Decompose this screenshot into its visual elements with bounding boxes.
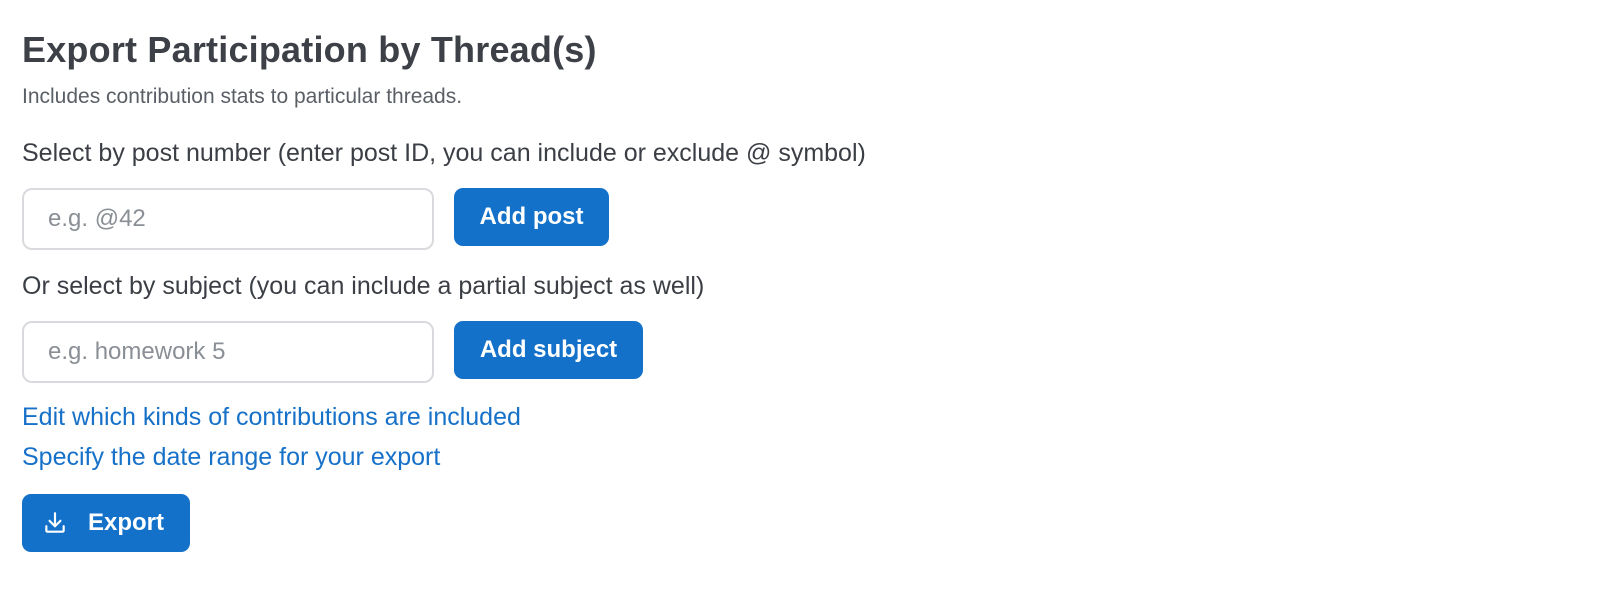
subject-input[interactable] [22,321,434,383]
download-icon [42,510,68,536]
export-participation-panel: Export Participation by Thread(s) Includ… [0,0,1600,591]
add-subject-button[interactable]: Add subject [454,321,643,379]
page-subtitle: Includes contribution stats to particula… [22,85,463,108]
add-post-button[interactable]: Add post [454,188,609,246]
specify-date-range-link[interactable]: Specify the date range for your export [22,442,440,472]
page-title: Export Participation by Thread(s) [22,29,597,70]
subject-label: Or select by subject (you can include a … [22,272,705,300]
export-button-label: Export [88,509,165,536]
post-id-input[interactable] [22,188,434,250]
export-button[interactable]: Export [22,494,190,552]
post-number-label: Select by post number (enter post ID, yo… [22,139,866,167]
edit-contribution-kinds-link[interactable]: Edit which kinds of contributions are in… [22,402,521,432]
